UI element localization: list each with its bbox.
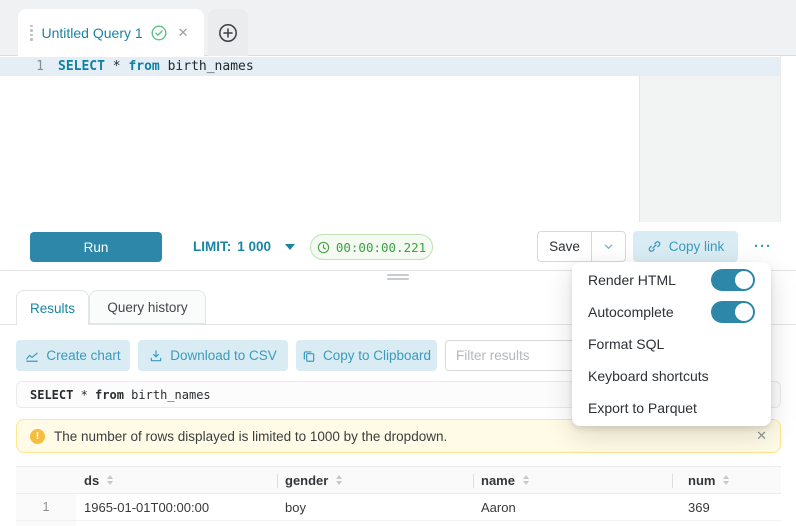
table-header-row: ds gender name num bbox=[16, 466, 781, 494]
download-csv-button[interactable]: Download to CSV bbox=[138, 340, 288, 371]
sql-editor[interactable]: 1 SELECT * from birth_names bbox=[0, 56, 781, 222]
elapsed-time: 00:00:00.221 bbox=[336, 240, 426, 255]
query-tab-title: Untitled Query 1 bbox=[42, 25, 143, 41]
autocomplete-toggle[interactable] bbox=[711, 301, 755, 323]
menu-item-keyboard-shortcuts[interactable]: Keyboard shortcuts bbox=[572, 360, 771, 392]
column-header-name[interactable]: name bbox=[473, 467, 672, 493]
column-header-gender[interactable]: gender bbox=[277, 467, 473, 493]
more-options-button[interactable]: ··· bbox=[746, 234, 780, 258]
sql-lab-screen: Untitled Query 1 ✕ 1 SELECT * from birth… bbox=[0, 0, 796, 526]
save-button[interactable]: Save bbox=[537, 231, 591, 262]
table-row[interactable]: 1 1965-01-01T00:00:00 boy Aaron 369 bbox=[16, 494, 781, 521]
chart-icon bbox=[25, 349, 39, 363]
row-number-cell: 1 bbox=[16, 494, 76, 520]
column-header-ds[interactable]: ds bbox=[76, 467, 277, 493]
run-button[interactable]: Run bbox=[30, 232, 162, 262]
close-tab-icon[interactable]: ✕ bbox=[178, 25, 189, 41]
limit-value: 1 000 bbox=[237, 239, 271, 254]
save-split-button: Save bbox=[537, 231, 626, 262]
editor-margin-area bbox=[639, 76, 780, 222]
warning-icon: ! bbox=[30, 429, 45, 444]
line-number: 1 bbox=[0, 57, 44, 76]
download-icon bbox=[149, 349, 163, 363]
menu-item-export-parquet[interactable]: Export to Parquet bbox=[572, 392, 771, 424]
column-header-num[interactable]: num bbox=[672, 467, 781, 493]
sort-icon[interactable] bbox=[723, 475, 729, 485]
add-tab-button[interactable] bbox=[208, 9, 248, 56]
table-row-partial bbox=[16, 521, 781, 526]
sort-icon[interactable] bbox=[107, 475, 113, 485]
clock-icon bbox=[317, 241, 330, 254]
chevron-down-icon bbox=[603, 241, 614, 252]
render-html-toggle[interactable] bbox=[711, 269, 755, 291]
cell-gender: boy bbox=[277, 494, 473, 520]
sql-code-line[interactable]: SELECT * from birth_names bbox=[58, 57, 254, 76]
tab-query-history[interactable]: Query history bbox=[89, 290, 206, 324]
copy-clipboard-button[interactable]: Copy to Clipboard bbox=[296, 340, 437, 371]
pane-resize-handle[interactable] bbox=[387, 274, 409, 280]
query-timer-badge: 00:00:00.221 bbox=[310, 234, 433, 260]
menu-item-render-html[interactable]: Render HTML bbox=[572, 264, 771, 296]
plus-circle-icon bbox=[218, 23, 238, 43]
limit-dropdown[interactable]: LIMIT: 1 000 bbox=[193, 239, 295, 254]
tab-results[interactable]: Results bbox=[16, 290, 89, 325]
copy-icon bbox=[302, 349, 316, 363]
cell-ds: 1965-01-01T00:00:00 bbox=[76, 494, 277, 520]
query-success-icon bbox=[151, 25, 167, 41]
create-chart-button[interactable]: Create chart bbox=[16, 340, 130, 371]
copy-link-button[interactable]: Copy link bbox=[633, 231, 738, 262]
link-icon bbox=[647, 239, 662, 254]
query-tab[interactable]: Untitled Query 1 ✕ bbox=[18, 9, 204, 56]
save-dropdown-button[interactable] bbox=[591, 231, 626, 262]
editor-tabbar: Untitled Query 1 ✕ bbox=[0, 0, 796, 56]
caret-down-icon bbox=[285, 244, 295, 250]
options-dropdown-menu: Render HTML Autocomplete Format SQL Keyb… bbox=[572, 262, 771, 426]
alert-message: The number of rows displayed is limited … bbox=[54, 429, 447, 444]
row-number-header bbox=[16, 467, 76, 493]
limit-label: LIMIT: bbox=[193, 239, 231, 254]
cell-name: Aaron bbox=[473, 494, 672, 520]
results-table: ds gender name num 1 1965-01-01T00:00:00… bbox=[16, 466, 781, 526]
drag-handle-icon[interactable] bbox=[30, 25, 33, 41]
sort-icon[interactable] bbox=[336, 475, 342, 485]
menu-item-format-sql[interactable]: Format SQL bbox=[572, 328, 771, 360]
menu-item-autocomplete[interactable]: Autocomplete bbox=[572, 296, 771, 328]
sort-icon[interactable] bbox=[523, 475, 529, 485]
alert-close-icon[interactable]: ✕ bbox=[756, 428, 767, 444]
cell-num: 369 bbox=[672, 494, 781, 520]
